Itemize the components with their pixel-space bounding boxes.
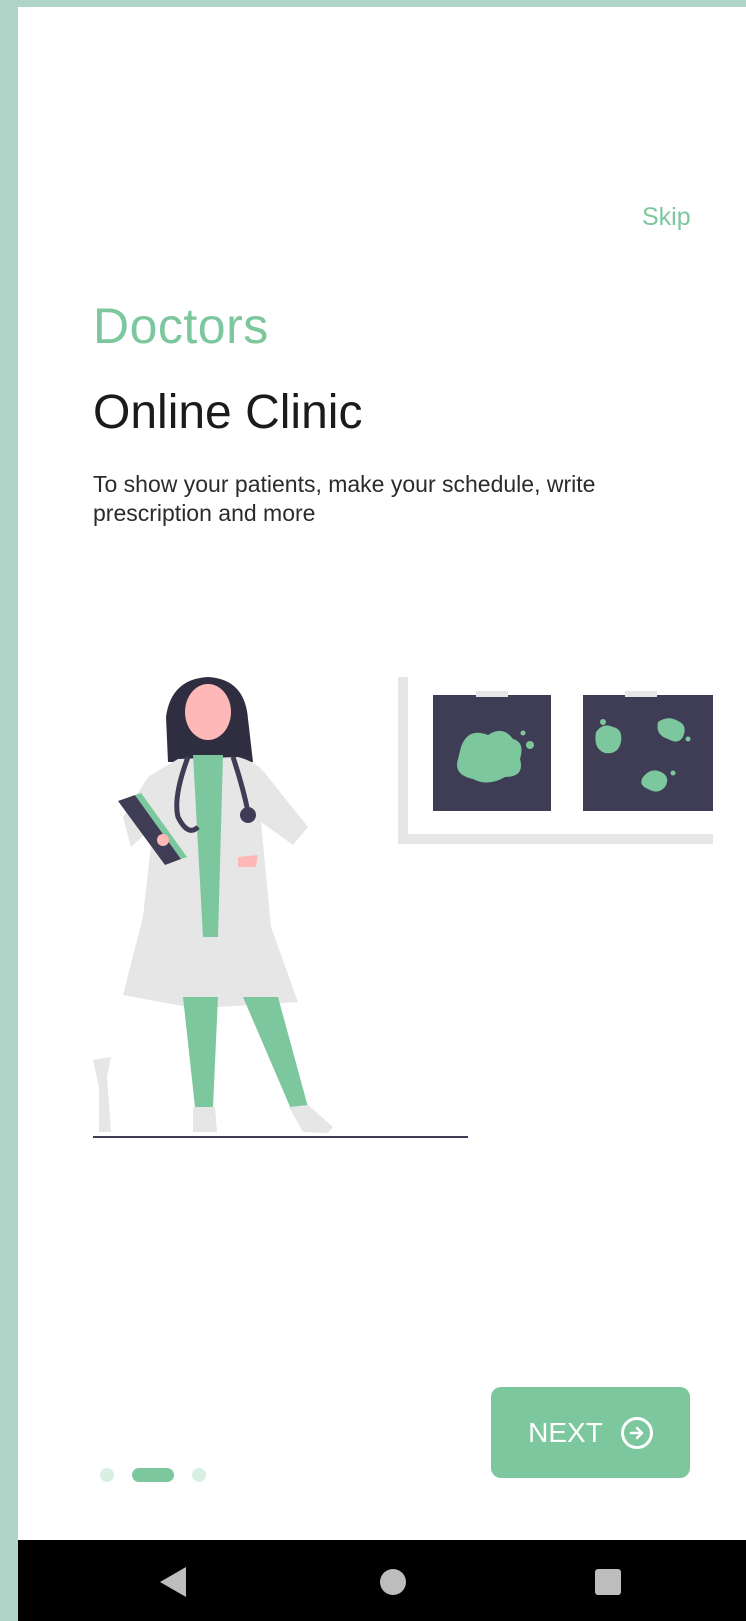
back-triangle-icon[interactable] <box>160 1567 186 1597</box>
home-circle-icon[interactable] <box>380 1569 406 1595</box>
arrow-right-circle-icon <box>620 1416 653 1449</box>
xray-panel-right <box>583 695 713 811</box>
doctor-illustration <box>93 677 713 1138</box>
recent-apps-square-icon[interactable] <box>595 1569 621 1595</box>
page-indicator <box>100 1467 206 1483</box>
skip-button[interactable]: Skip <box>642 203 691 232</box>
next-button[interactable]: NEXT <box>491 1387 690 1478</box>
onboarding-eyebrow: Doctors <box>93 298 269 354</box>
onboarding-screen: Skip Doctors Online Clinic To show your … <box>18 7 746 1540</box>
next-button-label: NEXT <box>528 1416 603 1448</box>
system-navigation-bar <box>18 1540 746 1621</box>
page-dot-3[interactable] <box>192 1468 206 1482</box>
page-dot-1[interactable] <box>100 1468 114 1482</box>
onboarding-description: To show your patients, make your schedul… <box>93 471 596 526</box>
page-dot-2-active[interactable] <box>132 1468 174 1482</box>
onboarding-title: Online Clinic <box>93 386 363 439</box>
